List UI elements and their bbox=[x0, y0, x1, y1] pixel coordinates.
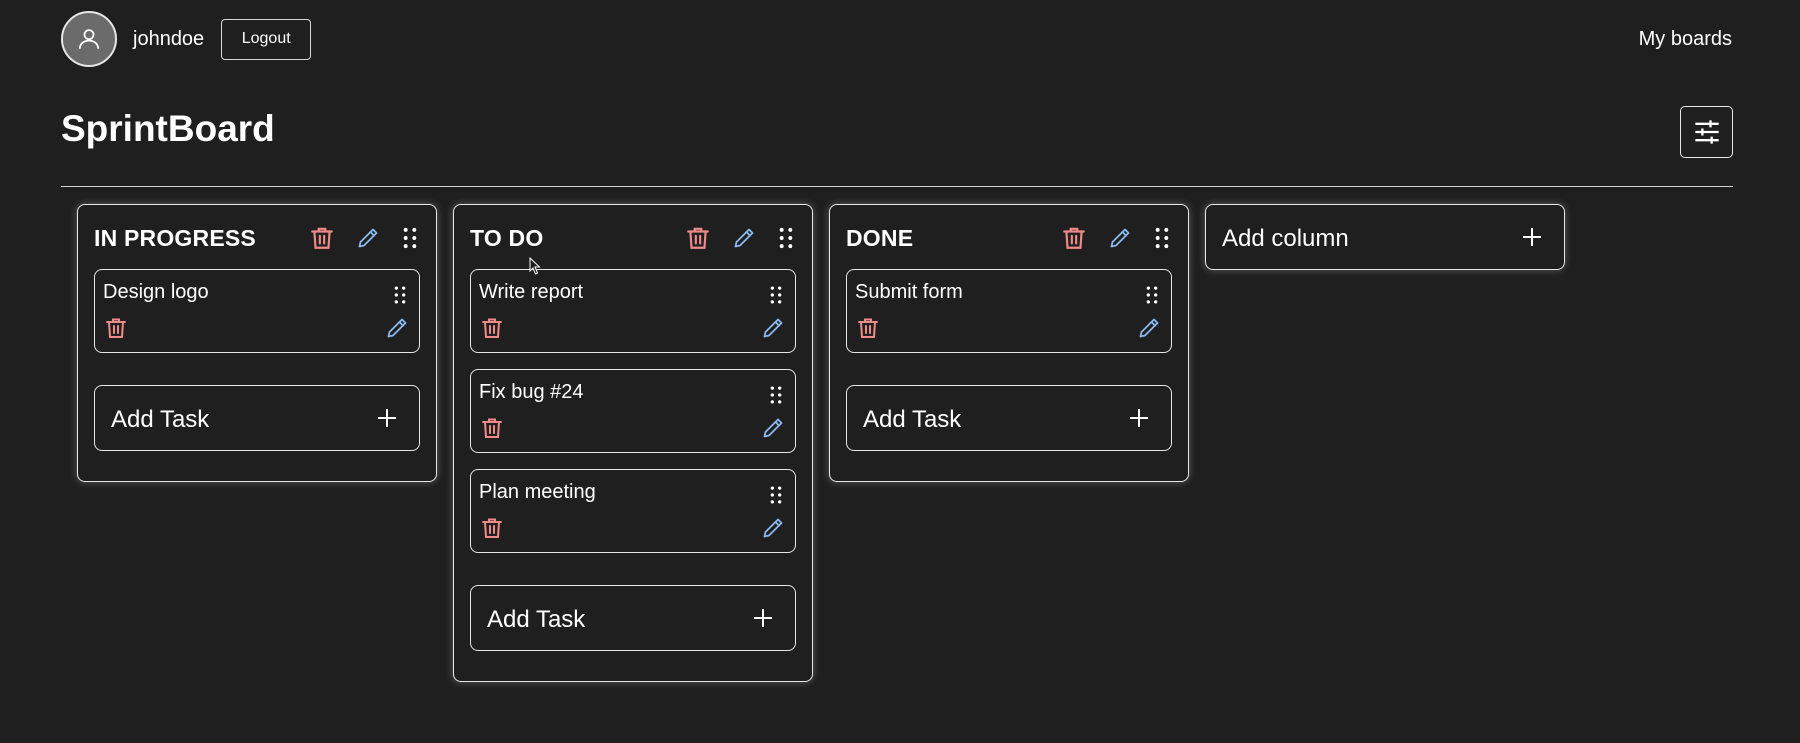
user-icon bbox=[78, 29, 100, 49]
task-card[interactable]: Write report bbox=[470, 269, 796, 353]
delete-task-trash-icon[interactable] bbox=[855, 314, 881, 342]
task-card[interactable]: Submit form bbox=[846, 269, 1172, 353]
edit-column-pencil-icon[interactable] bbox=[353, 223, 383, 253]
board-column: IN PROGRESS Design logo Add Task bbox=[77, 204, 437, 482]
task-name: Fix bug #24 bbox=[479, 381, 584, 403]
plus-icon bbox=[754, 609, 772, 627]
task-card[interactable]: Fix bug #24 bbox=[470, 369, 796, 453]
task-name: Design logo bbox=[103, 281, 209, 303]
plus-icon bbox=[1523, 228, 1541, 246]
add-task-label: Add Task bbox=[487, 606, 586, 633]
delete-column-trash-icon[interactable] bbox=[307, 223, 337, 253]
delete-column-trash-icon[interactable] bbox=[683, 223, 713, 253]
add-task-button[interactable]: Add Task bbox=[94, 385, 420, 451]
logout-button[interactable]: Logout bbox=[221, 18, 312, 60]
drag-task-handle-icon[interactable] bbox=[765, 483, 787, 507]
plus-icon bbox=[1130, 409, 1148, 427]
drag-task-handle-icon[interactable] bbox=[1141, 283, 1163, 307]
edit-column-pencil-icon[interactable] bbox=[1105, 223, 1135, 253]
edit-column-pencil-icon[interactable] bbox=[729, 223, 759, 253]
task-card[interactable]: Design logo bbox=[94, 269, 420, 353]
drag-column-handle-icon[interactable] bbox=[395, 223, 425, 253]
delete-column-trash-icon[interactable] bbox=[1059, 223, 1089, 253]
drag-task-handle-icon[interactable] bbox=[389, 283, 411, 307]
add-column-button[interactable]: Add column bbox=[1205, 204, 1565, 270]
delete-task-trash-icon[interactable] bbox=[103, 314, 129, 342]
task-name: Write report bbox=[479, 281, 584, 303]
task-name: Plan meeting bbox=[479, 481, 596, 503]
column-title: IN PROGRESS bbox=[94, 225, 256, 251]
column-header: TO DO bbox=[454, 205, 812, 265]
drag-task-handle-icon[interactable] bbox=[765, 383, 787, 407]
edit-task-pencil-icon[interactable] bbox=[759, 514, 787, 542]
add-task-button[interactable]: Add Task bbox=[470, 585, 796, 651]
edit-task-pencil-icon[interactable] bbox=[759, 314, 787, 342]
column-header: DONE bbox=[830, 205, 1188, 265]
column-title: TO DO bbox=[470, 225, 544, 251]
board-column: TO DO Write report Fix bug #24 Plan meeting… bbox=[453, 204, 813, 682]
drag-column-handle-icon[interactable] bbox=[1147, 223, 1177, 253]
drag-task-handle-icon[interactable] bbox=[765, 283, 787, 307]
drag-column-handle-icon[interactable] bbox=[771, 223, 801, 253]
top-bar: johndoe Logout My boards bbox=[61, 11, 1732, 67]
delete-task-trash-icon[interactable] bbox=[479, 314, 505, 342]
edit-task-pencil-icon[interactable] bbox=[383, 314, 411, 342]
board-column: DONE Submit form Add Task bbox=[829, 204, 1189, 482]
board-title: SprintBoard bbox=[61, 108, 275, 149]
task-name: Submit form bbox=[855, 281, 963, 303]
add-task-label: Add Task bbox=[111, 406, 210, 433]
board-settings-button[interactable] bbox=[1680, 106, 1733, 158]
add-task-label: Add Task bbox=[863, 406, 962, 433]
edit-task-pencil-icon[interactable] bbox=[1135, 314, 1163, 342]
add-task-button[interactable]: Add Task bbox=[846, 385, 1172, 451]
column-title: DONE bbox=[846, 225, 914, 251]
header-divider bbox=[61, 186, 1733, 187]
avatar[interactable] bbox=[61, 11, 117, 67]
delete-task-trash-icon[interactable] bbox=[479, 414, 505, 442]
my-boards-link[interactable]: My boards bbox=[1639, 28, 1732, 51]
mouse-cursor-icon bbox=[529, 257, 541, 275]
delete-task-trash-icon[interactable] bbox=[479, 514, 505, 542]
username: johndoe bbox=[133, 27, 205, 50]
sliders-icon bbox=[1694, 120, 1719, 144]
task-card[interactable]: Plan meeting bbox=[470, 469, 796, 553]
add-column-label: Add column bbox=[1222, 225, 1349, 252]
column-header: IN PROGRESS bbox=[78, 205, 436, 265]
edit-task-pencil-icon[interactable] bbox=[759, 414, 787, 442]
plus-icon bbox=[378, 409, 396, 427]
